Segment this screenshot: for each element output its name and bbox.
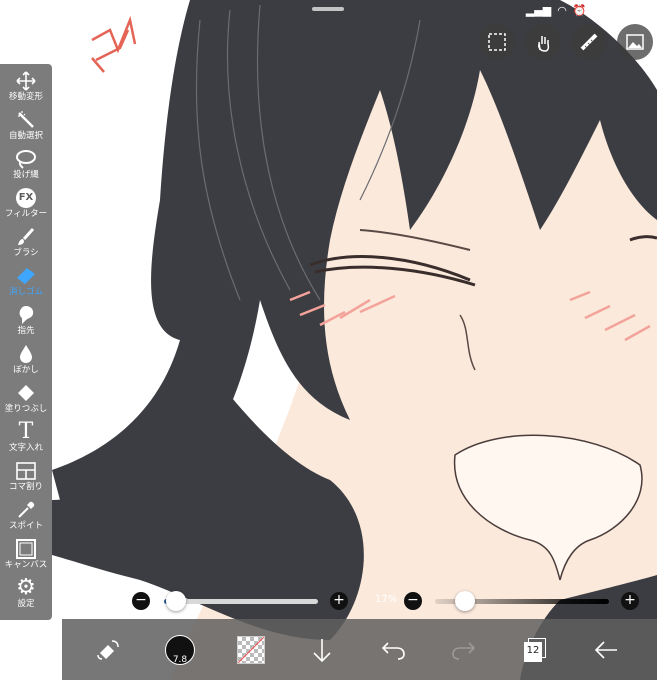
blur-drop-icon <box>20 345 32 363</box>
layers-button[interactable]: 12 <box>510 619 560 680</box>
hand-gesture-icon <box>538 36 550 52</box>
drawing-canvas[interactable] <box>0 0 657 680</box>
image-icon <box>626 34 644 50</box>
back-arrow-icon <box>594 640 617 659</box>
lasso-icon <box>16 150 36 169</box>
selection-button[interactable] <box>479 24 515 60</box>
switch-tool-icon <box>97 639 119 660</box>
brush-size-value: 7.8px <box>97 594 126 605</box>
tool-label: 指先 <box>17 326 35 336</box>
tool-label: 消しゴム <box>8 287 43 297</box>
fill-bucket-icon <box>18 385 34 401</box>
top-right-controls <box>479 24 653 60</box>
eyedropper-icon <box>18 501 35 518</box>
color-swatch-button[interactable] <box>226 619 276 680</box>
battery-icon <box>623 4 647 16</box>
finger-icon <box>19 306 34 324</box>
tool-canvas[interactable]: キャンバス <box>0 538 52 576</box>
brush-preview-button[interactable]: 7.8 <box>155 619 205 680</box>
bottom-toolbar: 7.8 12 <box>62 619 657 680</box>
tool-label: ブラシ <box>13 248 39 258</box>
ruler-icon <box>580 33 598 51</box>
brush-size-minus-button[interactable]: − <box>132 592 150 610</box>
tool-auto-select[interactable]: 自動選択 <box>0 109 52 147</box>
tool-label: 塗りつぶし <box>4 404 48 414</box>
tool-eyedropper[interactable]: スポイト <box>0 499 52 537</box>
alarm-icon: ⏰ <box>572 3 587 17</box>
tool-label: 投げ縄 <box>13 170 39 180</box>
top-grabber[interactable] <box>312 7 344 11</box>
hand-gesture-button[interactable] <box>525 24 561 60</box>
image-button[interactable] <box>617 24 653 60</box>
transparent-color-swatch <box>237 635 265 664</box>
undo-icon <box>381 641 405 660</box>
tool-frame-divide[interactable]: コマ割り <box>0 460 52 498</box>
layer-count: 12 <box>526 644 540 656</box>
layers-icon: 12 <box>524 637 546 662</box>
move-icon <box>16 71 36 91</box>
tool-label: スポイト <box>8 521 43 531</box>
eraser-icon <box>17 268 35 284</box>
signal-icon: ▂▄▆ <box>525 3 552 17</box>
save-down-button[interactable] <box>297 619 347 680</box>
tool-blur[interactable]: ぼかし <box>0 343 52 381</box>
tool-label: コマ割り <box>8 482 43 492</box>
tool-label: キャンバス <box>4 560 48 570</box>
slider-row: 7.8px − + 17% − + <box>0 586 657 616</box>
brush-size-knob[interactable] <box>166 591 187 611</box>
canvas-icon <box>16 539 36 559</box>
opacity-knob[interactable] <box>454 591 475 611</box>
frame-divide-icon <box>16 462 36 480</box>
redo-button[interactable] <box>439 619 489 680</box>
tool-brush[interactable]: ブラシ <box>0 226 52 264</box>
opacity-plus-button[interactable]: + <box>621 592 639 610</box>
arrow-down-icon <box>313 638 331 662</box>
brush-icon <box>18 227 35 245</box>
tool-label: ぼかし <box>13 365 39 375</box>
left-toolbar: 移動変形 自動選択 投げ縄 FX フィルター ブラシ 消しゴム 指先 ぼかし 塗… <box>0 64 52 620</box>
opacity-value: 17% <box>375 594 398 605</box>
tool-lasso[interactable]: 投げ縄 <box>0 148 52 186</box>
tool-filter[interactable]: FX フィルター <box>0 187 52 225</box>
brush-eraser-toggle-button[interactable] <box>84 619 134 680</box>
back-button[interactable] <box>581 619 631 680</box>
opacity-minus-button[interactable]: − <box>404 592 422 610</box>
tool-eraser[interactable]: 消しゴム <box>0 265 52 303</box>
tool-text[interactable]: T 文字入れ <box>0 421 52 459</box>
tool-label: 文字入れ <box>8 443 43 453</box>
text-icon: T <box>18 419 34 444</box>
tool-fill[interactable]: 塗りつぶし <box>0 382 52 420</box>
undo-button[interactable] <box>368 619 418 680</box>
brush-preview-label: 7.8 <box>172 654 188 665</box>
status-bar: ▂▄▆ ◠ ⏰ 18% <box>526 3 647 17</box>
brush-size-plus-button[interactable]: + <box>330 592 348 610</box>
tool-finger[interactable]: 指先 <box>0 304 52 342</box>
selection-icon <box>488 33 506 51</box>
magic-wand-icon <box>18 111 34 128</box>
brush-preview-circle: 7.8 <box>165 634 195 665</box>
ruler-button[interactable] <box>571 24 607 60</box>
tool-move-transform[interactable]: 移動変形 <box>0 70 52 108</box>
brush-size-slider[interactable] <box>164 599 318 604</box>
wifi-icon: ◠ <box>557 3 567 17</box>
battery-percent: 18% <box>592 3 617 17</box>
tool-label: フィルター <box>4 209 48 219</box>
tool-label: 移動変形 <box>8 92 43 102</box>
redo-icon <box>452 641 476 660</box>
tool-label: 自動選択 <box>8 131 43 141</box>
fx-icon: FX <box>16 188 36 208</box>
